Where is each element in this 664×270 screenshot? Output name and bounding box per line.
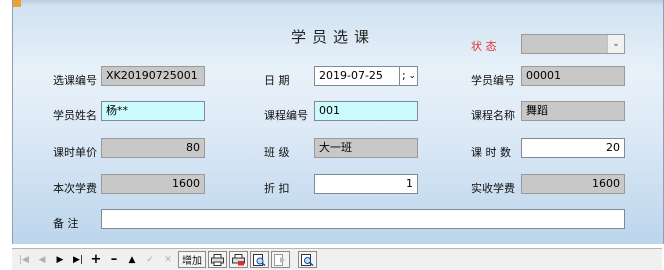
preview-icon[interactable] (250, 251, 269, 268)
student-name-label: 学员姓名 (53, 109, 97, 122)
fee-label: 本次学费 (53, 182, 97, 195)
edit-icon[interactable]: ▲ (124, 252, 140, 268)
date-field[interactable]: 2019-07-25 (314, 66, 400, 86)
last-record-icon[interactable]: ▶| (70, 252, 86, 268)
date-picker-button[interactable]: ; ⌄ (399, 66, 418, 86)
course-name-field[interactable]: 舞蹈 (521, 101, 625, 121)
discount-field[interactable]: 1 (314, 174, 418, 194)
date-label: 日 期 (264, 74, 290, 87)
add-record-icon[interactable]: + (88, 252, 104, 268)
course-no-field[interactable]: 001 (314, 101, 418, 121)
remark-label: 备 注 (53, 217, 79, 230)
print-red-icon[interactable] (229, 251, 248, 268)
lessons-field[interactable]: 20 (521, 138, 625, 158)
course-name-label: 课程名称 (471, 109, 515, 122)
date-picker-text: ; (402, 69, 406, 82)
unit-price-field[interactable]: 80 (101, 138, 205, 158)
chevron-down-icon[interactable]: ⌄ (607, 35, 624, 53)
cancel-icon[interactable]: ✕ (160, 252, 176, 268)
chevron-down-icon: ⌄ (408, 71, 416, 81)
class-field[interactable]: 大一班 (314, 138, 418, 158)
paid-label: 实收学费 (471, 182, 515, 195)
form-top-bar (13, 0, 663, 7)
first-record-icon[interactable]: |◀ (16, 252, 32, 268)
discount-label: 折 扣 (264, 182, 290, 195)
form-title: 学员选课 (290, 28, 375, 46)
course-select-no-field[interactable]: XK20190725001 (101, 66, 205, 86)
status-select[interactable]: ⌄ (521, 34, 625, 54)
delete-record-icon[interactable]: – (106, 252, 122, 268)
fee-field[interactable]: 1600 (101, 174, 205, 194)
post-icon[interactable]: ✓ (142, 252, 158, 268)
course-select-no-label: 选课编号 (53, 74, 97, 87)
navigator-toolbar: |◀ ◀ ▶ ▶| + – ▲ ✓ ✕ 增加 (12, 248, 662, 270)
print-icon[interactable] (208, 251, 227, 268)
course-selection-form: 学员选课 状 态 ⌄ 选课编号 XK20190725001 日 期 2019-0… (12, 0, 664, 244)
lessons-label: 课 时 数 (471, 146, 511, 159)
remark-field[interactable] (101, 209, 625, 229)
next-record-icon[interactable]: ▶ (52, 252, 68, 268)
add-button[interactable]: 增加 (178, 251, 206, 268)
student-no-label: 学员编号 (471, 74, 515, 87)
student-no-field[interactable]: 00001 (521, 66, 625, 86)
class-label: 班 级 (264, 146, 290, 159)
unit-price-label: 课时单价 (53, 146, 97, 159)
course-no-label: 课程编号 (264, 109, 308, 122)
status-label: 状 态 (471, 40, 497, 53)
previous-record-icon[interactable]: ◀ (34, 252, 50, 268)
search-icon[interactable] (298, 251, 317, 268)
window-corner-mark (13, 0, 21, 7)
export-icon[interactable] (271, 251, 290, 268)
student-name-field[interactable]: 杨** (101, 101, 205, 121)
paid-field[interactable]: 1600 (521, 174, 625, 194)
